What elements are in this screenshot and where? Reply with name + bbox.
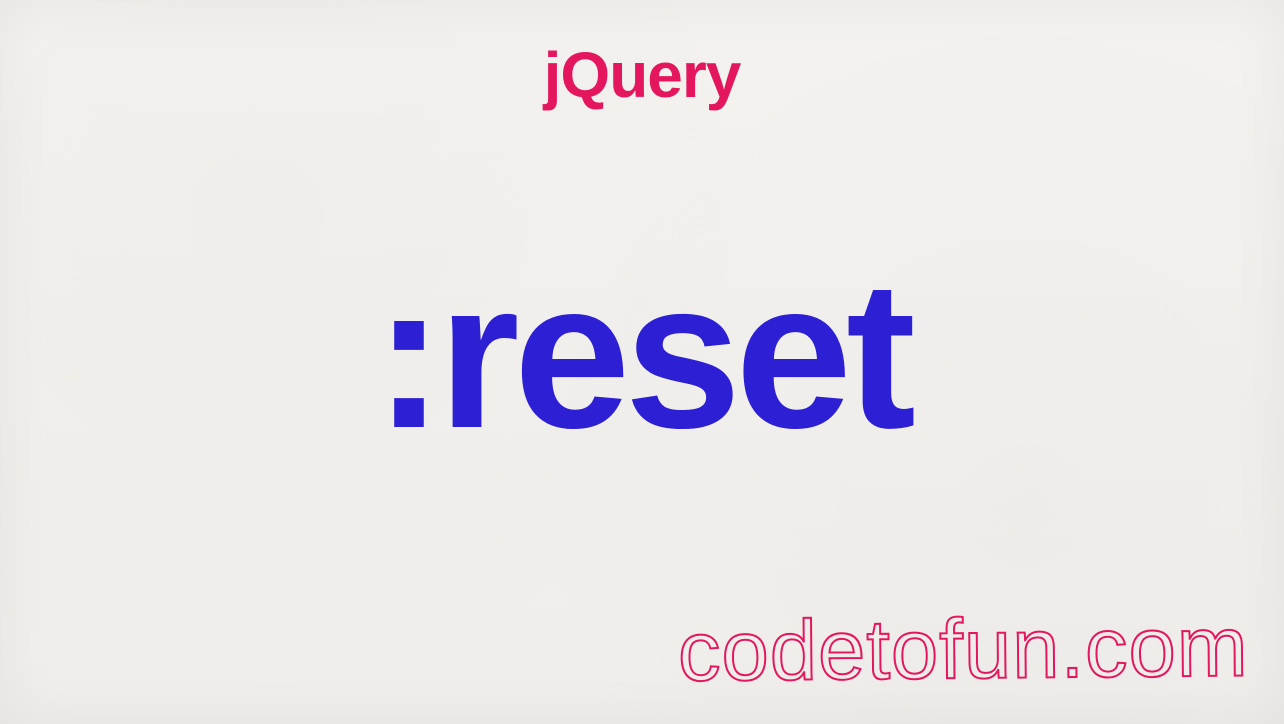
selector-text: :reset [374, 250, 910, 460]
site-watermark: codetofun.com [678, 599, 1249, 702]
graphic-canvas: jQuery :reset codetofun.com [0, 0, 1284, 724]
library-title: jQuery [544, 38, 741, 112]
